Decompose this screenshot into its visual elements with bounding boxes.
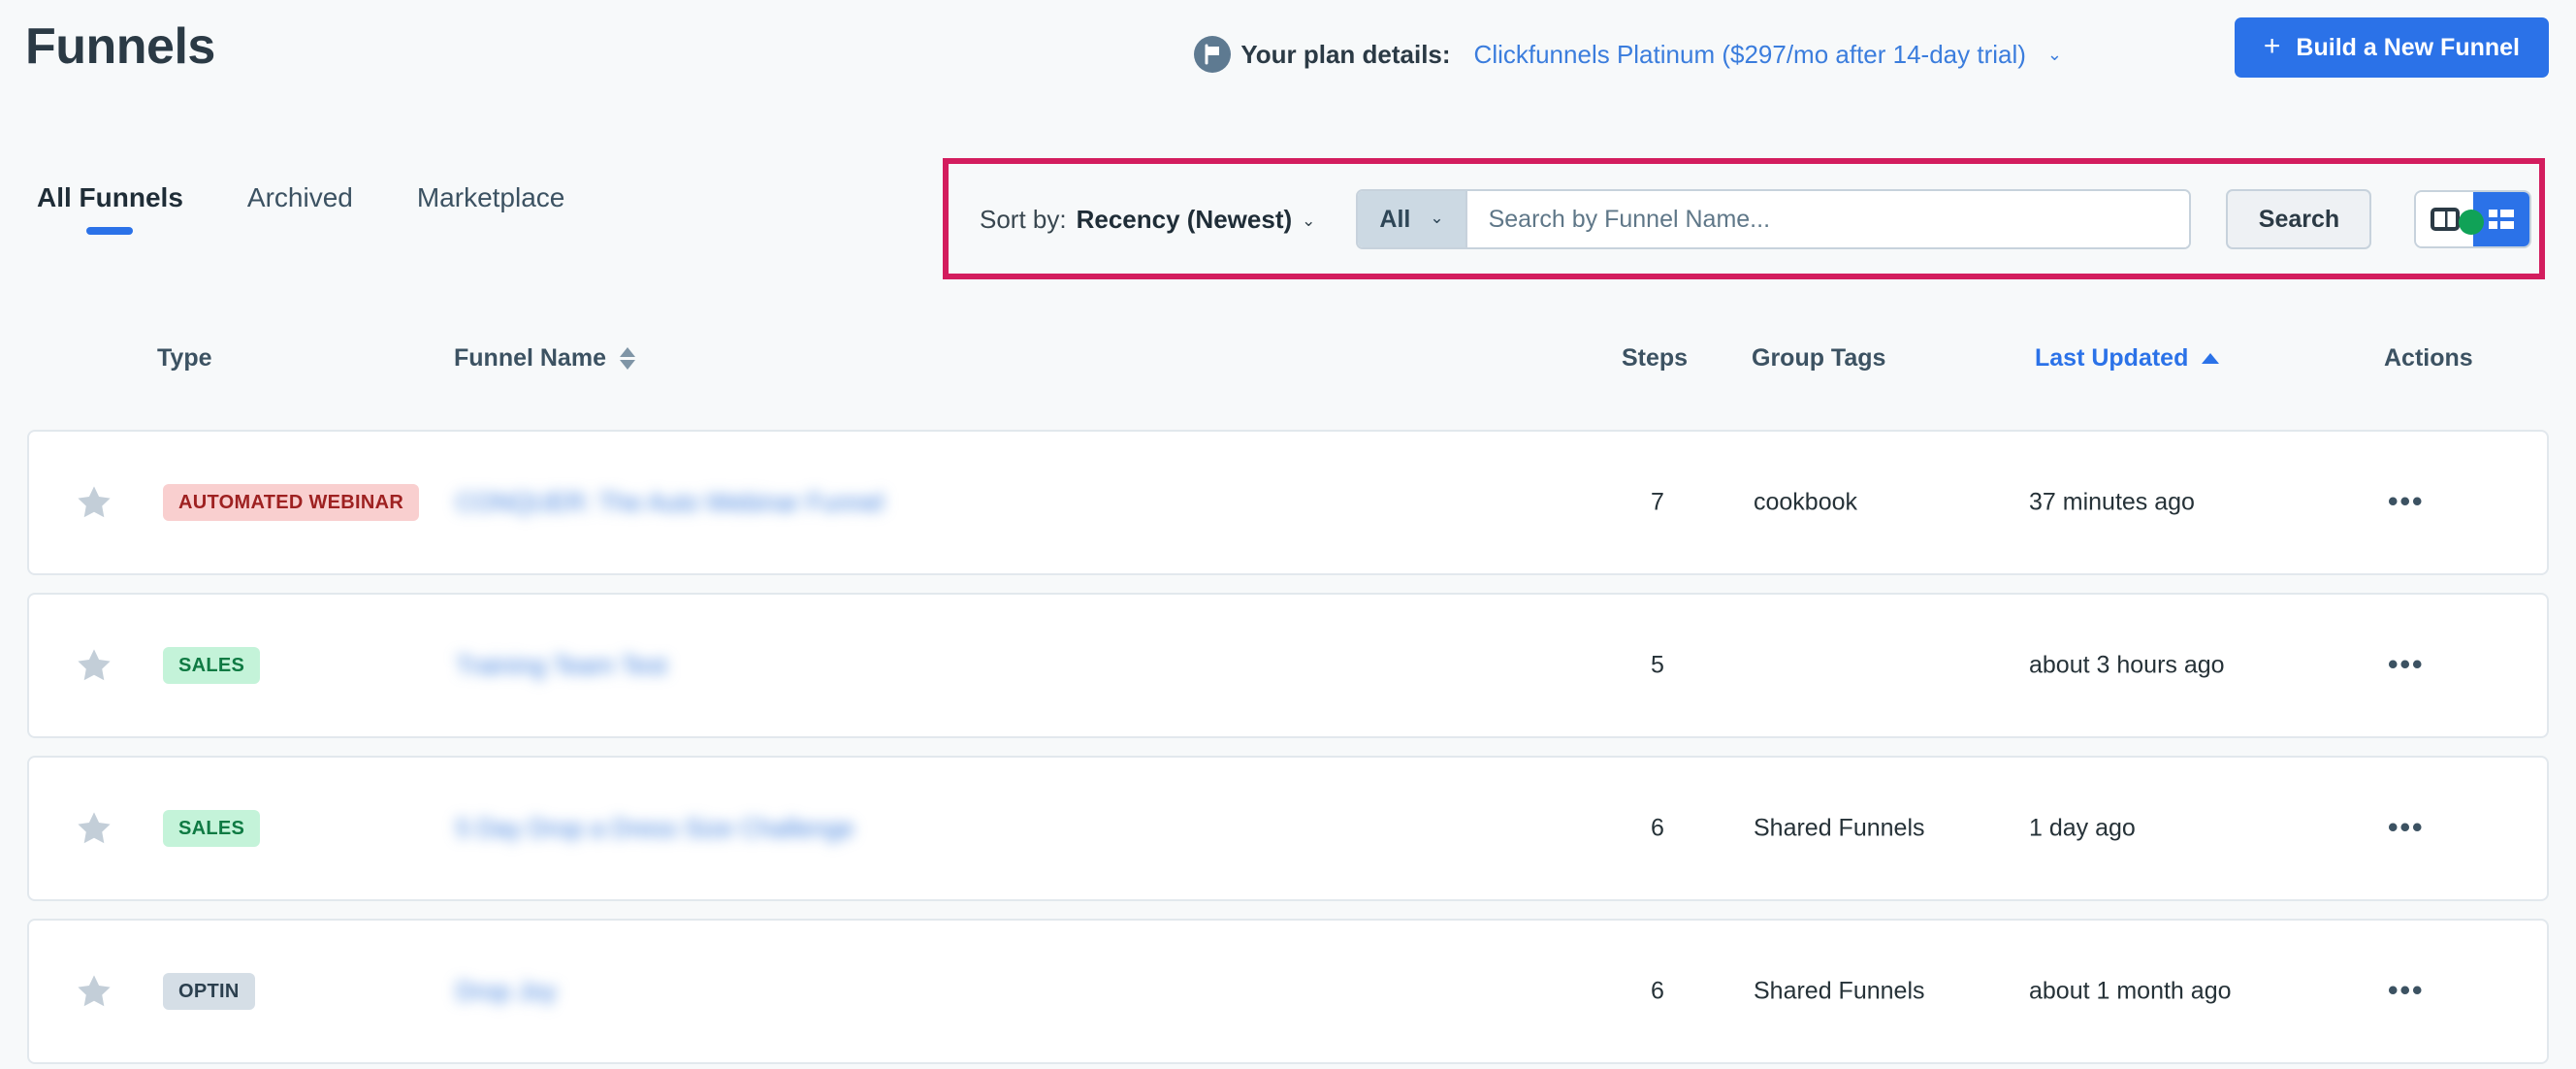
funnel-name-link[interactable]: Training Team Test [456,651,667,681]
search-button[interactable]: Search [2226,189,2372,249]
sort-by-dropdown[interactable]: Sort by: Recency (Newest) ⌄ [980,205,1315,235]
flag-icon [1194,36,1232,73]
funnels-table-body: AUTOMATED WEBINAR CONQUER: The Auto Webi… [0,430,2576,1069]
star-icon [78,812,111,844]
status-badge: AUTOMATED WEBINAR [163,484,420,521]
group-tags-cell: Shared Funnels [1754,977,1925,1005]
funnel-type-badge: SALES [163,810,261,847]
column-header-funnel-name-label: Funnel Name [454,344,606,372]
column-header-group-tags: Group Tags [1752,344,1886,372]
last-updated-cell: about 1 month ago [2029,977,2232,1005]
status-badge: SALES [163,810,261,847]
funnel-name-cell: 5 Day Drop a Dress Size Challenge [456,814,853,844]
column-header-type: Type [157,344,212,372]
tab-all-funnels[interactable]: All Funnels [37,182,183,235]
sort-arrows-icon [619,347,635,370]
column-header-last-updated-label: Last Updated [2035,344,2189,372]
funnel-type-badge: SALES [163,647,261,684]
star-icon [78,649,111,681]
plus-icon: + [2263,29,2281,62]
tab-archived[interactable]: Archived [247,182,353,235]
ellipsis-icon: ••• [2388,974,2425,1007]
table-row[interactable]: SALES 5 Day Drop a Dress Size Challenge … [27,756,2549,901]
favorite-star-button[interactable] [74,808,114,849]
ellipsis-icon: ••• [2388,811,2425,844]
funnel-filter-value: All [1379,205,1411,233]
steps-cell: 6 [1651,814,1664,842]
favorite-star-button[interactable] [74,645,114,686]
sort-ascending-icon [2202,353,2220,364]
row-actions-menu-button[interactable]: ••• [2388,974,2425,1007]
row-actions-menu-button[interactable]: ••• [2388,485,2425,518]
funnel-type-badge: AUTOMATED WEBINAR [163,484,420,521]
status-badge: SALES [163,647,261,684]
view-toggle [2414,190,2531,248]
column-header-steps: Steps [1622,344,1689,372]
page-header: Funnels Your plan details: Clickfunnels … [0,0,2576,114]
star-icon [78,486,111,518]
search-input[interactable] [1466,191,2190,247]
row-actions-menu-button[interactable]: ••• [2388,648,2425,681]
funnel-name-link[interactable]: CONQUER: The Auto Webinar Funnel [456,488,884,518]
funnel-type-badge: OPTIN [163,973,255,1010]
tab-marketplace[interactable]: Marketplace [417,182,565,235]
funnel-tabs: All Funnels Archived Marketplace [37,182,564,235]
ellipsis-icon: ••• [2388,485,2425,518]
steps-cell: 5 [1651,651,1664,679]
status-badge: OPTIN [163,973,255,1010]
last-updated-cell: 1 day ago [2029,814,2136,842]
list-view-icon [2488,210,2514,229]
grid-view-icon [2430,208,2460,231]
favorite-star-button[interactable] [74,482,114,523]
last-updated-cell: about 3 hours ago [2029,651,2225,679]
funnel-name-cell: Drop Joy [456,977,557,1007]
funnel-name-cell: CONQUER: The Auto Webinar Funnel [456,488,884,518]
funnels-table-header: Type Funnel Name Steps Group Tags Last U… [0,344,2576,401]
chevron-down-icon: ⌄ [1430,208,1444,227]
sort-by-value: Recency (Newest) [1076,204,1293,234]
row-actions-menu-button[interactable]: ••• [2388,811,2425,844]
star-icon [78,975,111,1007]
plan-details-label: Your plan details: [1240,39,1451,69]
search-toolbar: Sort by: Recency (Newest) ⌄ All ⌄ Search [960,175,2531,264]
plan-details[interactable]: Your plan details: Clickfunnels Platinum… [1194,35,2062,74]
table-row[interactable]: OPTIN Drop Joy 6 Shared Funnels about 1 … [27,919,2549,1064]
build-new-funnel-button[interactable]: + Build a New Funnel [2234,17,2549,78]
search-group: All ⌄ [1356,189,2192,249]
favorite-star-button[interactable] [74,971,114,1012]
funnel-name-link[interactable]: 5 Day Drop a Dress Size Challenge [456,814,853,844]
funnel-name-link[interactable]: Drop Joy [456,977,557,1007]
funnel-filter-dropdown[interactable]: All ⌄ [1358,191,1467,247]
page-title: Funnels [25,18,215,75]
list-view-button[interactable] [2472,192,2529,246]
sort-by-prefix: Sort by: [980,204,1067,234]
steps-cell: 6 [1651,977,1664,1005]
grid-view-button[interactable] [2416,192,2473,246]
group-tags-cell: cookbook [1754,488,1858,516]
chevron-down-icon[interactable]: ⌄ [2047,46,2062,63]
table-row[interactable]: AUTOMATED WEBINAR CONQUER: The Auto Webi… [27,430,2549,575]
column-header-actions: Actions [2384,344,2473,372]
build-new-funnel-label: Build a New Funnel [2296,33,2520,61]
group-tags-cell: Shared Funnels [1754,814,1925,842]
table-row[interactable]: SALES Training Team Test 5 about 3 hours… [27,593,2549,738]
chevron-down-icon: ⌄ [1302,211,1316,230]
last-updated-cell: 37 minutes ago [2029,488,2195,516]
plan-details-link[interactable]: Clickfunnels Platinum ($297/mo after 14-… [1474,40,2026,70]
column-header-funnel-name[interactable]: Funnel Name [454,344,635,373]
funnel-name-cell: Training Team Test [456,651,667,681]
column-header-last-updated[interactable]: Last Updated [2035,344,2220,373]
steps-cell: 7 [1651,488,1664,516]
ellipsis-icon: ••• [2388,648,2425,681]
